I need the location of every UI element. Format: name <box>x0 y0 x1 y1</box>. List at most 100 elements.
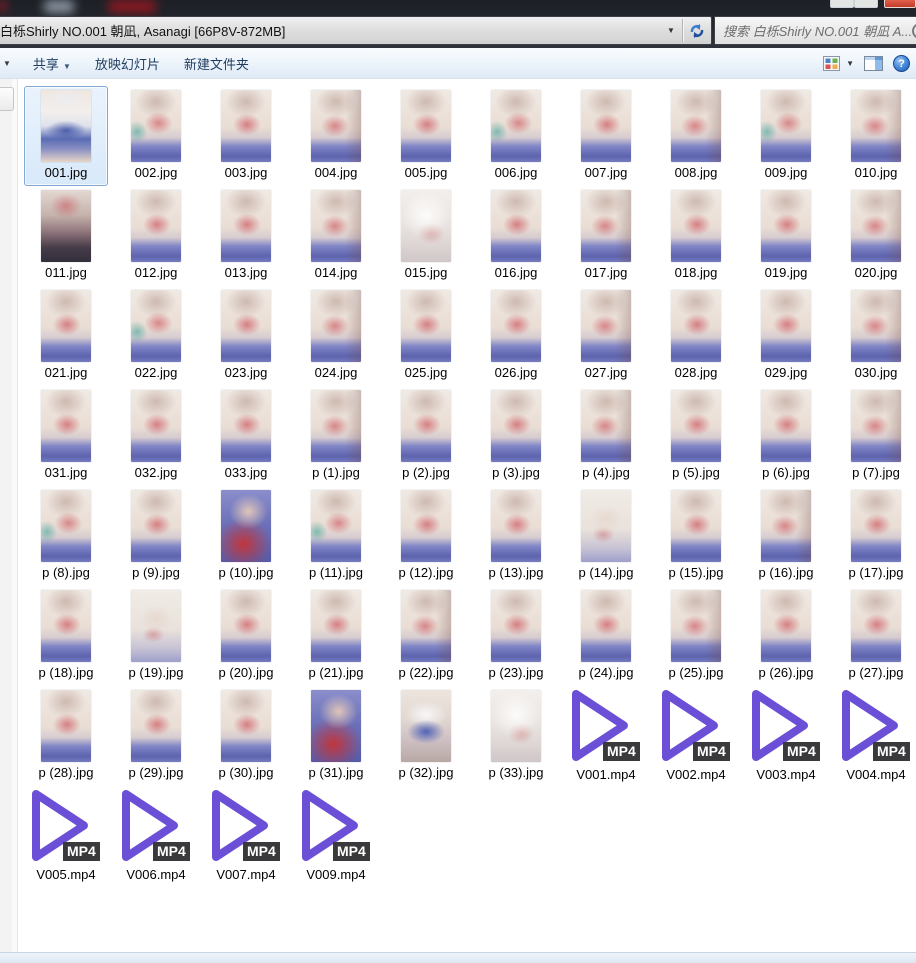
file-tile[interactable]: 017.jpg <box>561 186 651 286</box>
image-tile-box: p (24).jpg <box>564 586 648 686</box>
image-tile-box: p (8).jpg <box>24 486 108 586</box>
file-tile[interactable]: p (16).jpg <box>741 486 831 586</box>
file-tile[interactable]: 030.jpg <box>831 286 916 386</box>
file-tile[interactable]: 011.jpg <box>21 186 111 286</box>
file-tile[interactable]: p (13).jpg <box>471 486 561 586</box>
file-tile[interactable]: MP4V009.mp4 <box>291 786 381 886</box>
file-tile[interactable]: 023.jpg <box>201 286 291 386</box>
file-tile[interactable]: p (2).jpg <box>381 386 471 486</box>
file-tile[interactable]: 028.jpg <box>651 286 741 386</box>
file-tile[interactable]: p (6).jpg <box>741 386 831 486</box>
file-tile[interactable]: 013.jpg <box>201 186 291 286</box>
change-view-icon[interactable] <box>823 56 840 71</box>
file-tile[interactable]: 032.jpg <box>111 386 201 486</box>
file-tile[interactable]: 029.jpg <box>741 286 831 386</box>
file-tile[interactable]: MP4V004.mp4 <box>831 686 916 786</box>
file-tile[interactable]: p (28).jpg <box>21 686 111 786</box>
file-tile[interactable]: p (17).jpg <box>831 486 916 586</box>
file-tile[interactable]: 009.jpg <box>741 86 831 186</box>
maximize-button[interactable] <box>854 0 878 8</box>
file-tile[interactable]: 008.jpg <box>651 86 741 186</box>
file-tile[interactable]: 016.jpg <box>471 186 561 286</box>
file-tile[interactable]: 020.jpg <box>831 186 916 286</box>
new-folder-button[interactable]: 新建文件夹 <box>172 49 261 78</box>
chevron-down-icon[interactable]: ▼ <box>846 59 854 68</box>
file-tile[interactable]: 033.jpg <box>201 386 291 486</box>
file-tile[interactable]: MP4V007.mp4 <box>201 786 291 886</box>
file-tile[interactable]: p (10).jpg <box>201 486 291 586</box>
file-tile[interactable]: 006.jpg <box>471 86 561 186</box>
minimize-button[interactable] <box>830 0 854 8</box>
file-tile[interactable]: p (11).jpg <box>291 486 381 586</box>
share-button[interactable]: 共享▼ <box>21 49 83 78</box>
close-button[interactable] <box>884 0 916 8</box>
file-tile[interactable]: p (24).jpg <box>561 586 651 686</box>
file-tile[interactable]: p (18).jpg <box>21 586 111 686</box>
file-tile[interactable]: p (12).jpg <box>381 486 471 586</box>
file-tile[interactable]: p (33).jpg <box>471 686 561 786</box>
address-bar[interactable]: 白栎Shirly NO.001 朝凪, Asanagi [66P8V-872MB… <box>0 16 712 45</box>
file-tile[interactable]: 019.jpg <box>741 186 831 286</box>
chevron-down-icon: ▼ <box>63 62 71 71</box>
file-tile[interactable]: 007.jpg <box>561 86 651 186</box>
file-tile[interactable]: p (22).jpg <box>381 586 471 686</box>
file-tile[interactable]: p (27).jpg <box>831 586 916 686</box>
file-tile[interactable]: 012.jpg <box>111 186 201 286</box>
file-tile[interactable]: p (5).jpg <box>651 386 741 486</box>
slideshow-button[interactable]: 放映幻灯片 <box>83 49 172 78</box>
address-dropdown-icon[interactable]: ▼ <box>660 26 682 35</box>
file-tile[interactable]: p (1).jpg <box>291 386 381 486</box>
file-tile[interactable]: p (20).jpg <box>201 586 291 686</box>
file-name: p (32).jpg <box>399 765 454 780</box>
file-tile[interactable]: p (30).jpg <box>201 686 291 786</box>
file-tile[interactable]: 015.jpg <box>381 186 471 286</box>
file-tile[interactable]: MP4V003.mp4 <box>741 686 831 786</box>
file-tile[interactable]: p (21).jpg <box>291 586 381 686</box>
search-box[interactable]: 搜索 白栎Shirly NO.001 朝凪 A... <box>714 16 916 45</box>
file-tile[interactable]: 005.jpg <box>381 86 471 186</box>
file-tile[interactable]: p (8).jpg <box>21 486 111 586</box>
file-tile[interactable]: p (14).jpg <box>561 486 651 586</box>
file-tile[interactable]: 031.jpg <box>21 386 111 486</box>
refresh-button[interactable] <box>683 17 711 44</box>
file-tile[interactable]: 025.jpg <box>381 286 471 386</box>
file-tile[interactable]: p (31).jpg <box>291 686 381 786</box>
file-tile[interactable]: MP4V001.mp4 <box>561 686 651 786</box>
file-tile[interactable]: p (9).jpg <box>111 486 201 586</box>
mp4-badge: MP4 <box>873 742 910 761</box>
file-tile[interactable]: 004.jpg <box>291 86 381 186</box>
file-tile[interactable]: p (26).jpg <box>741 586 831 686</box>
file-name: V006.mp4 <box>126 867 185 882</box>
toolbar-overflow-icon[interactable]: ▼ <box>0 59 21 68</box>
image-tile-box: p (15).jpg <box>654 486 738 586</box>
file-tile[interactable]: 018.jpg <box>651 186 741 286</box>
photo-thumbnail <box>491 190 541 262</box>
file-tile[interactable]: MP4V002.mp4 <box>651 686 741 786</box>
file-tile[interactable]: 021.jpg <box>21 286 111 386</box>
help-icon[interactable]: ? <box>893 55 910 72</box>
file-tile[interactable]: 022.jpg <box>111 286 201 386</box>
file-tile[interactable]: p (25).jpg <box>651 586 741 686</box>
file-tile[interactable]: MP4V006.mp4 <box>111 786 201 886</box>
image-tile-box: 014.jpg <box>294 186 378 286</box>
file-tile[interactable]: p (4).jpg <box>561 386 651 486</box>
scrollbar-thumb[interactable] <box>0 87 14 111</box>
file-tile[interactable]: 024.jpg <box>291 286 381 386</box>
file-tile[interactable]: 003.jpg <box>201 86 291 186</box>
preview-pane-icon[interactable] <box>864 56 883 71</box>
file-tile[interactable]: p (32).jpg <box>381 686 471 786</box>
file-tile[interactable]: p (19).jpg <box>111 586 201 686</box>
file-tile[interactable]: p (3).jpg <box>471 386 561 486</box>
file-tile[interactable]: p (29).jpg <box>111 686 201 786</box>
file-tile[interactable]: 001.jpg <box>21 86 111 186</box>
file-tile[interactable]: MP4V005.mp4 <box>21 786 111 886</box>
file-tile[interactable]: 002.jpg <box>111 86 201 186</box>
file-tile[interactable]: 014.jpg <box>291 186 381 286</box>
file-tile[interactable]: 026.jpg <box>471 286 561 386</box>
left-scrollbar[interactable] <box>0 79 18 953</box>
file-tile[interactable]: 010.jpg <box>831 86 916 186</box>
file-tile[interactable]: 027.jpg <box>561 286 651 386</box>
file-tile[interactable]: p (7).jpg <box>831 386 916 486</box>
file-tile[interactable]: p (15).jpg <box>651 486 741 586</box>
file-tile[interactable]: p (23).jpg <box>471 586 561 686</box>
